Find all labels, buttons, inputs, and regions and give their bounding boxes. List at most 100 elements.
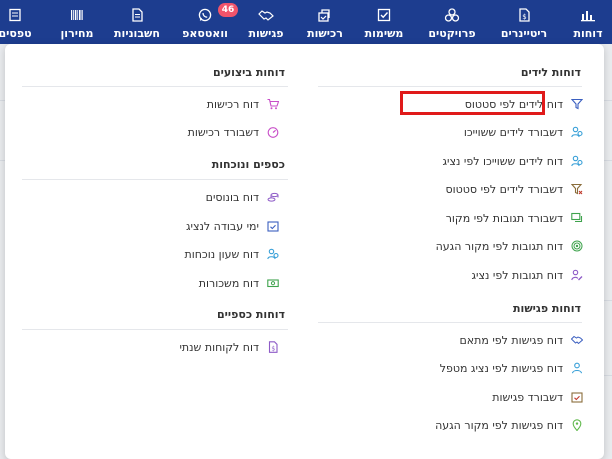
menu-item-label: דוח פגישות לפי נציג מטפל <box>439 361 563 375</box>
bar-chart-icon <box>580 8 596 22</box>
section-divider <box>22 179 288 180</box>
cubes-icon <box>444 8 460 22</box>
nav-item-invoices[interactable]: חשבוניות <box>108 0 166 44</box>
nav-label: משימות <box>364 27 404 40</box>
nav-label: פגישות <box>248 27 284 40</box>
coins-icon <box>267 191 279 203</box>
background-divider <box>604 100 612 101</box>
menu-item-label: דוח בונוסים <box>205 190 259 204</box>
nav-label: ריטיינרים <box>500 27 548 40</box>
users-icon <box>571 155 583 167</box>
chat-icon <box>571 212 583 224</box>
nav-item-retainers[interactable]: $ ריטיינרים <box>494 0 554 44</box>
menu-item-label: דוח לקוחות שנתי <box>179 340 259 354</box>
document-icon <box>129 8 145 22</box>
whatsapp-icon <box>197 8 213 22</box>
nav-label: חשבוניות <box>114 27 160 40</box>
menu-item-meetings-dashboard[interactable]: דשבורד פגישות <box>313 385 583 409</box>
menu-item-responses-by-source-report[interactable]: דוח תגובות לפי מקור הגעה <box>313 234 583 258</box>
barcode-icon <box>69 8 85 22</box>
nav-label: רכישות <box>307 27 343 40</box>
menu-item-leads-status-dashboard[interactable]: דשבורד לידים לפי סטטוס <box>313 177 583 201</box>
calendar-check-icon <box>267 220 279 232</box>
menu-item-workdays-per-agent[interactable]: ימי עבודה לנציג <box>29 214 279 238</box>
top-navigation-bar: דוחות $ ריטיינרים פרויקטים משימות רכישות… <box>0 0 612 44</box>
section-divider <box>22 86 288 87</box>
forms-icon <box>7 8 23 22</box>
section-title-leads-reports: דוחות לידים <box>520 66 581 79</box>
nav-label: פרויקטים <box>428 27 476 40</box>
menu-item-label: דוח תגובות לפי מקור הגעה <box>435 239 563 253</box>
reports-dropdown-menu: דוחות לידים דוח לידים לפי סטטוס דשבורד ל… <box>5 44 604 459</box>
menu-item-salaries-report[interactable]: דוח משכורות <box>29 271 279 295</box>
menu-item-purchases-dashboard[interactable]: דשבורד רכישות <box>29 120 279 144</box>
menu-item-purchases-report[interactable]: דוח רכישות <box>29 92 279 116</box>
menu-item-responses-by-source-dashboard[interactable]: דשבורד תגובות לפי מקור <box>313 206 583 230</box>
calendar-check-icon <box>571 391 583 403</box>
gauge-icon <box>267 126 279 138</box>
section-divider <box>318 322 582 323</box>
nav-label: וואטסאפ <box>182 27 228 40</box>
purchase-icon <box>317 8 333 22</box>
menu-item-bonuses-report[interactable]: דוח בונוסים <box>29 185 279 209</box>
nav-label: טפסים <box>0 27 32 40</box>
users-icon <box>267 248 279 260</box>
menu-item-label: ימי עבודה לנציג <box>186 219 259 233</box>
menu-item-label: דשבורד תגובות לפי מקור <box>445 211 563 225</box>
menu-item-label: דשבורד רכישות <box>187 125 259 139</box>
section-title-meetings-reports: דוחות פגישות <box>513 302 581 315</box>
checkbox-icon <box>376 8 392 22</box>
menu-item-responses-by-agent[interactable]: דוח תגובות לפי נציג <box>313 263 583 287</box>
nav-label: דוחות <box>573 27 603 40</box>
background-divider <box>604 160 612 161</box>
handshake-icon <box>571 334 583 346</box>
background-divider <box>604 375 612 376</box>
nav-item-tasks[interactable]: משימות <box>358 0 410 44</box>
menu-item-meetings-by-source[interactable]: דוח פגישות לפי מקור הגעה <box>313 413 583 437</box>
menu-item-label: דוח לידים ששוייכו לפי נציג <box>442 154 563 168</box>
money-icon <box>267 277 279 289</box>
location-icon <box>571 419 583 431</box>
menu-item-label: דוח שעון נוכחות <box>184 247 260 261</box>
cart-icon <box>267 98 279 110</box>
nav-item-pricelist[interactable]: מחירון <box>52 0 102 44</box>
nav-item-forms[interactable]: טפסים <box>0 0 40 44</box>
nav-item-meetings[interactable]: פגישות <box>240 0 292 44</box>
user-edit-icon <box>571 269 583 281</box>
dollar-doc-icon: $ <box>267 341 279 353</box>
menu-item-label: דשבורד לידים ששוייכו <box>463 125 563 139</box>
menu-item-label: דוח פגישות לפי מתאם <box>459 333 564 347</box>
filter-x-icon <box>571 183 583 195</box>
menu-item-label: דוח משכורות <box>198 276 259 290</box>
nav-item-projects[interactable]: פרויקטים <box>424 0 480 44</box>
handshake-icon <box>258 8 274 22</box>
section-title-performance-reports: דוחות ביצועים <box>212 66 285 79</box>
whatsapp-count-badge: 46 <box>218 3 238 17</box>
menu-item-annual-customers-report[interactable]: דוח לקוחות שנתי $ <box>29 335 279 359</box>
nav-item-reports[interactable]: דוחות <box>562 0 612 44</box>
background-divider <box>604 300 612 301</box>
nav-item-purchases[interactable]: רכישות <box>300 0 350 44</box>
menu-item-label: דשבורד לידים לפי סטטוס <box>445 182 563 196</box>
menu-item-label: דוח רכישות <box>206 97 259 111</box>
svg-text:$: $ <box>522 13 526 21</box>
menu-item-meetings-by-coordinator[interactable]: דוח פגישות לפי מתאם <box>313 328 583 352</box>
user-icon <box>571 362 583 374</box>
section-divider <box>318 86 582 87</box>
section-title-financial-reports: דוחות כספיים <box>217 308 285 321</box>
menu-item-label: דשבורד פגישות <box>492 390 563 404</box>
section-title-money-attendance: כספים ונוכחות <box>211 158 285 171</box>
highlight-box <box>400 91 545 115</box>
menu-item-label: דוח תגובות לפי נציג <box>471 268 563 282</box>
menu-item-attendance-clock-report[interactable]: דוח שעון נוכחות <box>29 242 279 266</box>
target-icon <box>571 240 583 252</box>
menu-item-assigned-leads-by-agent[interactable]: דוח לידים ששוייכו לפי נציג <box>313 149 583 173</box>
menu-item-label: דוח פגישות לפי מקור הגעה <box>435 418 563 432</box>
svg-text:$: $ <box>271 345 275 352</box>
menu-item-assigned-leads-dashboard[interactable]: דשבורד לידים ששוייכו <box>313 120 583 144</box>
nav-label: מחירון <box>60 27 94 40</box>
filter-icon <box>571 98 583 110</box>
section-divider <box>22 329 288 330</box>
menu-item-meetings-by-handling-agent[interactable]: דוח פגישות לפי נציג מטפל <box>313 356 583 380</box>
users-icon <box>571 126 583 138</box>
